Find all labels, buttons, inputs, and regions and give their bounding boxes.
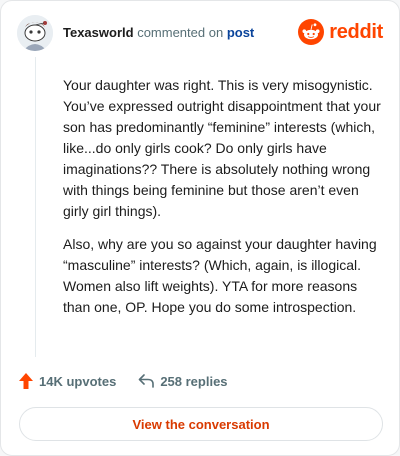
commented-on-text: commented on — [137, 25, 224, 40]
upvote-count: 14K upvotes — [39, 373, 117, 389]
reddit-wordmark: reddit — [329, 20, 383, 43]
username[interactable]: Texasworld — [63, 25, 134, 40]
comment-actions: 14K upvotes 258 replies — [19, 373, 228, 389]
thread-line — [35, 57, 36, 357]
comment-card: Texasworld commented on post reddit Your… — [0, 0, 400, 456]
user-avatar[interactable] — [17, 15, 53, 51]
comment-header: Texasworld commented on post — [63, 25, 254, 41]
reddit-snoo-icon — [298, 19, 325, 45]
upvote-button[interactable]: 14K upvotes — [19, 373, 116, 389]
reply-count: 258 replies — [160, 373, 228, 389]
snoo-avatar-icon — [17, 15, 53, 51]
replies-button[interactable]: 258 replies — [138, 373, 228, 389]
reply-arrow-icon — [139, 374, 155, 388]
post-link[interactable]: post — [227, 25, 254, 40]
upvote-arrow-icon — [19, 373, 33, 389]
comment-body: Your daughter was right. This is very mi… — [63, 75, 381, 330]
reddit-logo[interactable]: reddit — [298, 19, 383, 45]
comment-paragraph: Also, why are you so against your daught… — [63, 236, 377, 315]
comment-paragraph: Your daughter was right. This is very mi… — [63, 77, 381, 219]
view-conversation-button[interactable]: View the conversation — [19, 407, 383, 441]
